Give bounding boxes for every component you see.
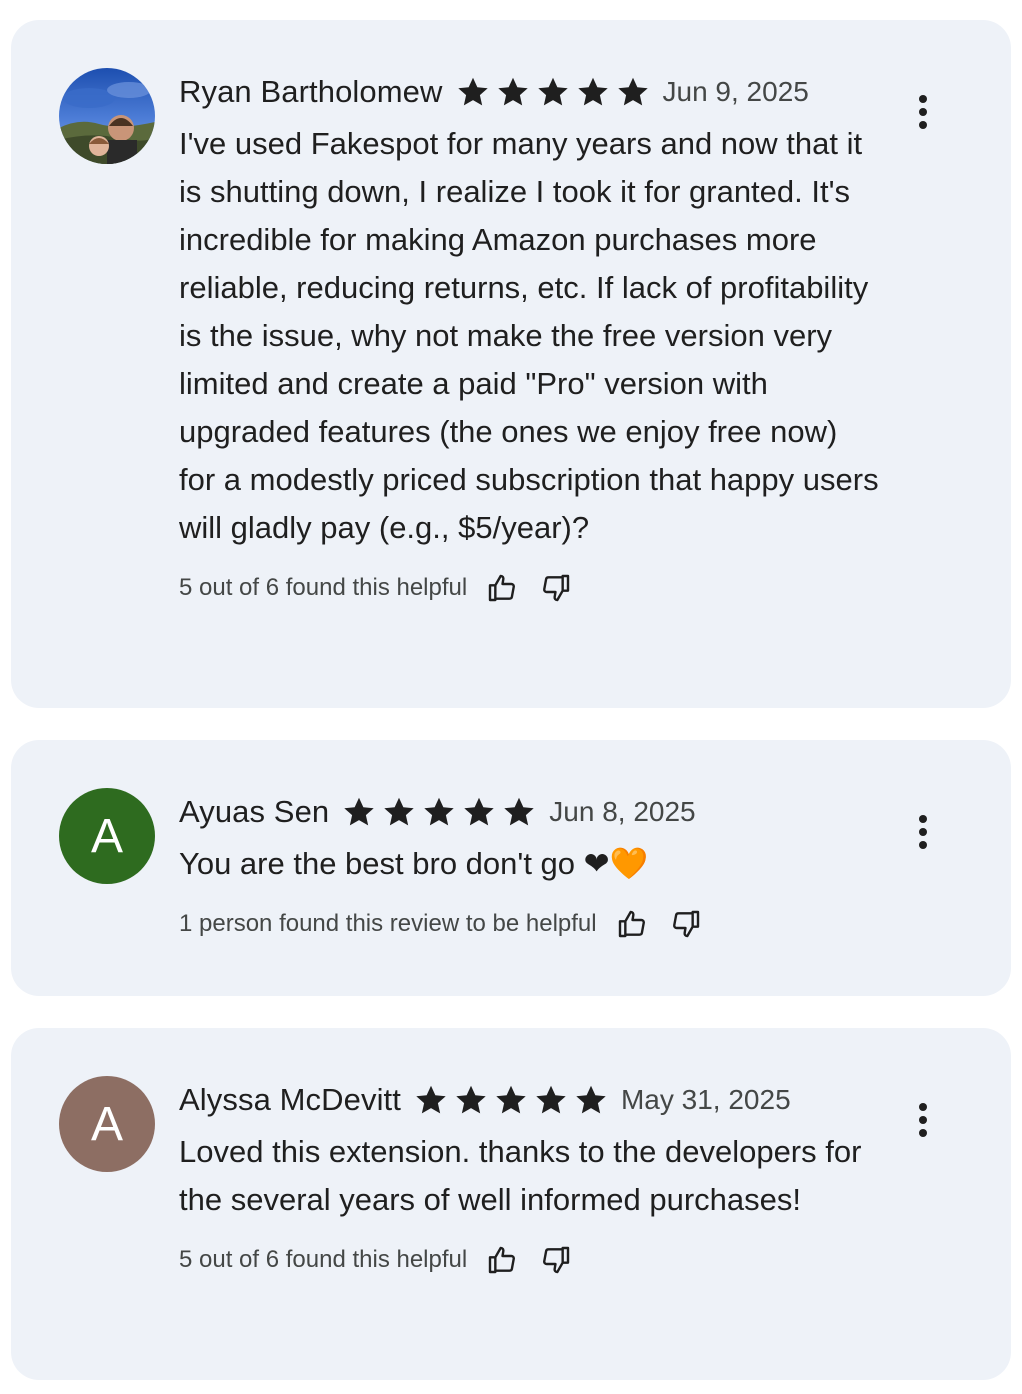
star-icon [344, 797, 374, 826]
more-options-button[interactable] [897, 86, 949, 138]
star-icon [416, 1085, 446, 1114]
thumbs-down-icon [543, 1246, 570, 1274]
review-date: Jun 8, 2025 [549, 796, 696, 827]
helpful-count: 1 person found this review to be helpful [179, 910, 597, 937]
avatar [59, 68, 155, 164]
thumbs-up-button[interactable] [481, 567, 523, 609]
star-icon [424, 797, 454, 826]
review-card: A Ayuas Sen Jun 8, 2025 You are the best… [11, 740, 1011, 996]
more-vert-icon [919, 815, 927, 849]
thumbs-up-icon [489, 1246, 516, 1274]
star-rating [413, 1082, 609, 1118]
reviewer-name: Ayuas Sen [179, 794, 330, 829]
more-vert-icon [919, 1103, 927, 1137]
avatar-photo [59, 68, 155, 164]
review-card: Ryan Bartholomew Jun 9, 2025 I've used F… [11, 20, 1011, 708]
helpful-row: 5 out of 6 found this helpful [179, 568, 879, 608]
star-icon [384, 797, 414, 826]
review-date: Jun 9, 2025 [662, 76, 809, 107]
thumbs-up-icon [489, 574, 516, 602]
star-rating [341, 794, 537, 830]
more-options-button[interactable] [897, 1094, 949, 1146]
reviewer-name: Ryan Bartholomew [179, 74, 443, 109]
star-icon [617, 77, 648, 106]
star-icon [537, 77, 568, 106]
more-options-button[interactable] [897, 806, 949, 858]
review-header: Ryan Bartholomew Jun 9, 2025 [179, 70, 879, 114]
thumbs-down-button[interactable] [535, 567, 577, 609]
helpful-row: 5 out of 6 found this helpful [179, 1240, 879, 1280]
star-icon [456, 1085, 486, 1114]
thumbs-up-button[interactable] [611, 903, 653, 945]
review-text: I've used Fakespot for many years and no… [179, 126, 879, 545]
review-content: Ayuas Sen Jun 8, 2025 You are the best b… [179, 790, 879, 944]
avatar-initial: A [90, 809, 123, 863]
avatar: A [59, 788, 155, 884]
star-icon [496, 1085, 526, 1114]
star-rating [455, 74, 651, 110]
review-date: May 31, 2025 [620, 1084, 791, 1115]
helpful-row: 1 person found this review to be helpful [179, 904, 879, 944]
star-icon [577, 77, 608, 106]
star-icon [536, 1085, 566, 1114]
review-text: Loved this extension. thanks to the deve… [179, 1134, 862, 1217]
more-vert-icon [919, 95, 927, 129]
review-header: Ayuas Sen Jun 8, 2025 [179, 790, 879, 834]
star-icon [504, 797, 534, 826]
review-content: Alyssa McDevitt May 31, 2025 Loved this … [179, 1078, 879, 1280]
star-icon [576, 1085, 606, 1114]
star-icon [457, 77, 488, 106]
avatar: A [59, 1076, 155, 1172]
thumbs-up-button[interactable] [481, 1239, 523, 1281]
helpful-count: 5 out of 6 found this helpful [179, 1246, 468, 1273]
review-card: A Alyssa McDevitt May 31, 2025 Loved thi… [11, 1028, 1011, 1380]
review-content: Ryan Bartholomew Jun 9, 2025 I've used F… [179, 70, 879, 608]
thumbs-down-icon [543, 574, 570, 602]
thumbs-down-icon [672, 910, 699, 938]
review-text: You are the best bro don't go ❤🧡 [179, 846, 649, 881]
star-icon [464, 797, 494, 826]
thumbs-down-button[interactable] [535, 1239, 577, 1281]
helpful-count: 5 out of 6 found this helpful [179, 574, 468, 601]
star-icon [497, 77, 528, 106]
thumbs-down-button[interactable] [665, 903, 707, 945]
thumbs-up-icon [618, 910, 645, 938]
avatar-initial: A [90, 1097, 123, 1151]
reviewer-name: Alyssa McDevitt [179, 1082, 401, 1117]
review-header: Alyssa McDevitt May 31, 2025 [179, 1078, 879, 1122]
